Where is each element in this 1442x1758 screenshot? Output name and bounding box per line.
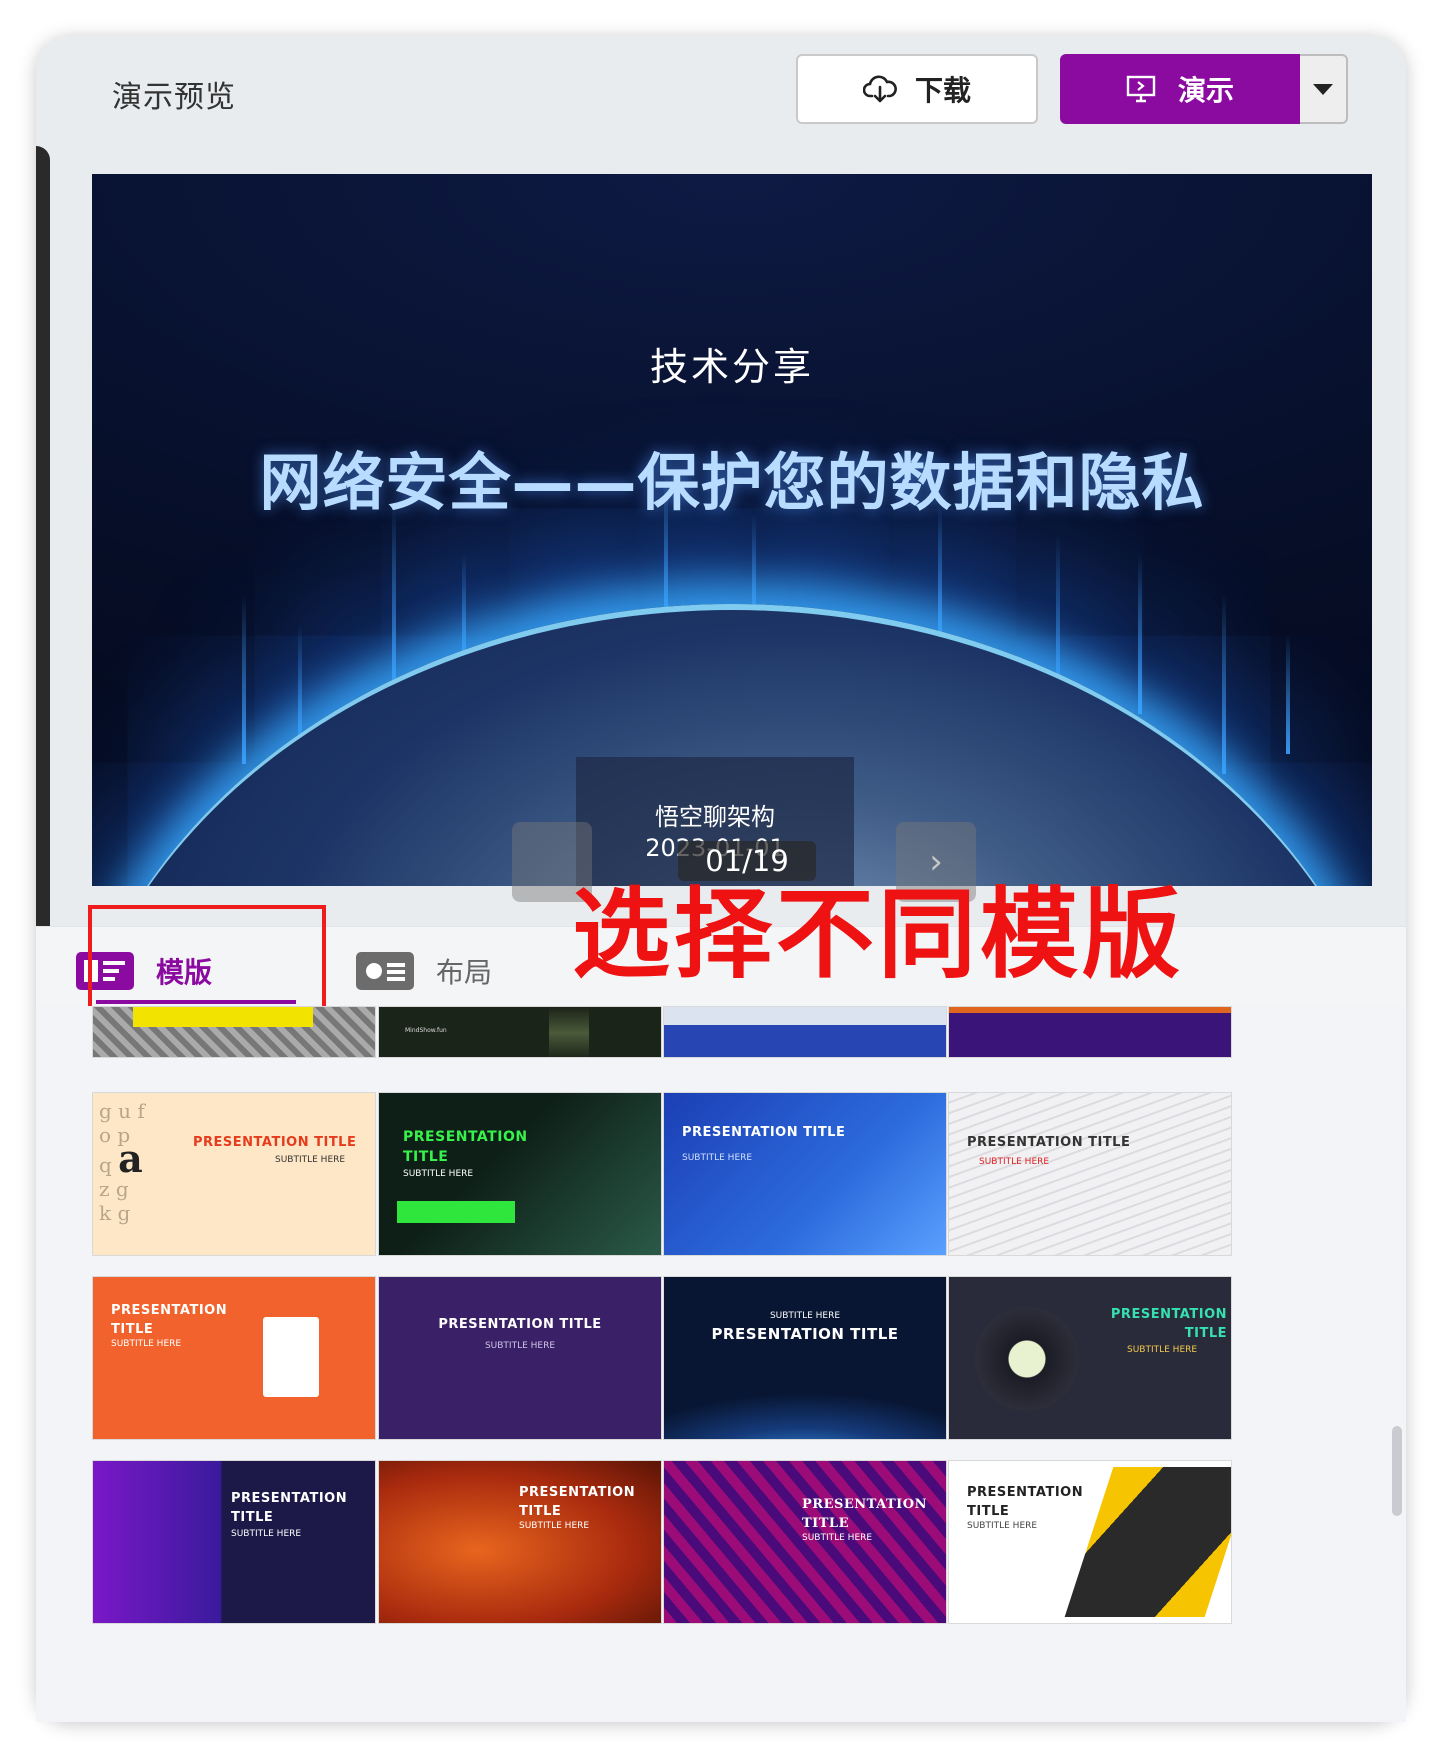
template-title: PRESENTATION TITLE [1110,1307,1227,1341]
template-thumb[interactable] [663,1006,947,1058]
template-title: PRESENTATION TITLE [231,1491,348,1525]
template-title: PRESENTATION TITLE [802,1497,927,1531]
template-title: PRESENTATION TITLE [438,1317,602,1332]
chevron-right-icon: › [929,842,943,882]
tab-layout-label: 布局 [436,956,493,989]
light-bar [1286,634,1290,754]
template-thumb[interactable]: PRESENTATION TITLE SUBTITLE HERE [92,1276,376,1440]
slide-author: 悟空聊架构 [655,803,775,831]
light-bar [1138,554,1142,714]
present-dropdown-button[interactable] [1300,54,1348,124]
template-thumb[interactable]: g u fo pq az gk g PRESENTATION TITLE SUB… [92,1092,376,1256]
template-title: PRESENTATION TITLE [711,1325,899,1343]
template-title: PRESENTATION TITLE [193,1135,357,1150]
slide-subtitle: 技术分享 [649,345,814,389]
template-title: PRESENTATION TITLE [403,1129,528,1165]
slide-title: 网络安全——保护您的数据和隐私 [259,446,1205,519]
gear-illustration [1064,1467,1231,1617]
present-button[interactable]: 演示 [1060,54,1300,124]
letter-art: g u fo pq az gk g [99,1099,145,1225]
download-label: 下载 [914,74,971,107]
cloud-download-icon [862,75,897,103]
layout-icon [356,952,414,990]
tab-layout[interactable]: 布局 [356,946,492,996]
template-title: PRESENTATION TITLE [967,1485,1084,1519]
template-thumb[interactable] [948,1006,1232,1058]
template-subtitle: SUBTITLE HERE [403,1169,474,1179]
template-subtitle: SUBTITLE HERE [275,1155,346,1165]
template-foot: MindShow.fun [405,1027,447,1034]
template-subtitle: SUBTITLE HERE [484,1341,556,1351]
template-thumb[interactable]: PRESENTATION TITLE SUBTITLE HERE [948,1092,1232,1256]
checklist-illustration [263,1317,319,1397]
light-bar [242,594,246,764]
template-thumb[interactable]: SUBTITLE HERE PRESENTATION TITLE [663,1276,947,1440]
annotation-highlight-box [88,905,326,1017]
template-grid: MindShow.fun g u fo pq az gk g PRESENTAT… [36,1006,1406,1722]
presentation-icon [1126,75,1156,103]
present-label: 演示 [1177,74,1234,107]
template-title: PRESENTATION TITLE [519,1485,636,1519]
template-subtitle: SUBTITLE HERE [802,1533,873,1543]
template-subtitle: SUBTITLE HERE [967,1521,1038,1531]
template-thumb[interactable] [92,1006,376,1058]
template-subtitle: SUBTITLE HERE [769,1311,841,1321]
template-subtitle: SUBTITLE HERE [1127,1345,1198,1355]
scrollbar-thumb[interactable] [1392,1426,1402,1516]
planet-illustration [975,1307,1079,1411]
template-subtitle: SUBTITLE HERE [111,1339,182,1349]
template-subtitle: SUBTITLE HERE [519,1521,590,1531]
template-subtitle: SUBTITLE HERE [231,1529,302,1539]
template-thumb[interactable]: PRESENTATION TITLE SUBTITLE HERE [948,1276,1232,1440]
template-thumb[interactable]: PRESENTATION TITLE SUBTITLE HERE [378,1092,662,1256]
template-thumb[interactable]: PRESENTATION TITLE SUBTITLE HERE [663,1460,947,1624]
template-thumb[interactable]: PRESENTATION TITLE SUBTITLE HERE [663,1092,947,1256]
template-subtitle: SUBTITLE HERE [979,1157,1050,1167]
template-title: PRESENTATION TITLE [967,1135,1131,1150]
caret-down-icon [1313,83,1333,95]
template-title: PRESENTATION TITLE [682,1125,846,1140]
template-title: PRESENTATION TITLE [111,1303,228,1337]
annotation-text: 选择不同模版 [572,878,1185,992]
template-thumb[interactable]: PRESENTATION TITLE SUBTITLE HERE [92,1460,376,1624]
template-subtitle: SUBTITLE HERE [682,1153,753,1163]
page-title: 演示预览 [112,80,236,115]
template-thumb[interactable]: PRESENTATION TITLE SUBTITLE HERE [948,1460,1232,1624]
template-thumb[interactable]: PRESENTATION TITLE SUBTITLE HERE [378,1276,662,1440]
template-thumb[interactable]: PRESENTATION TITLE SUBTITLE HERE [378,1460,662,1624]
slide-preview: 技术分享 网络安全——保护您的数据和隐私 悟空聊架构 2023-01-01 [92,174,1372,886]
light-bar [1222,594,1226,774]
slide-counter: 01/19 [678,841,816,881]
light-bar [392,504,396,704]
green-bar [397,1201,515,1223]
download-button[interactable]: 下载 [796,54,1038,124]
template-thumb[interactable]: MindShow.fun [378,1006,662,1058]
